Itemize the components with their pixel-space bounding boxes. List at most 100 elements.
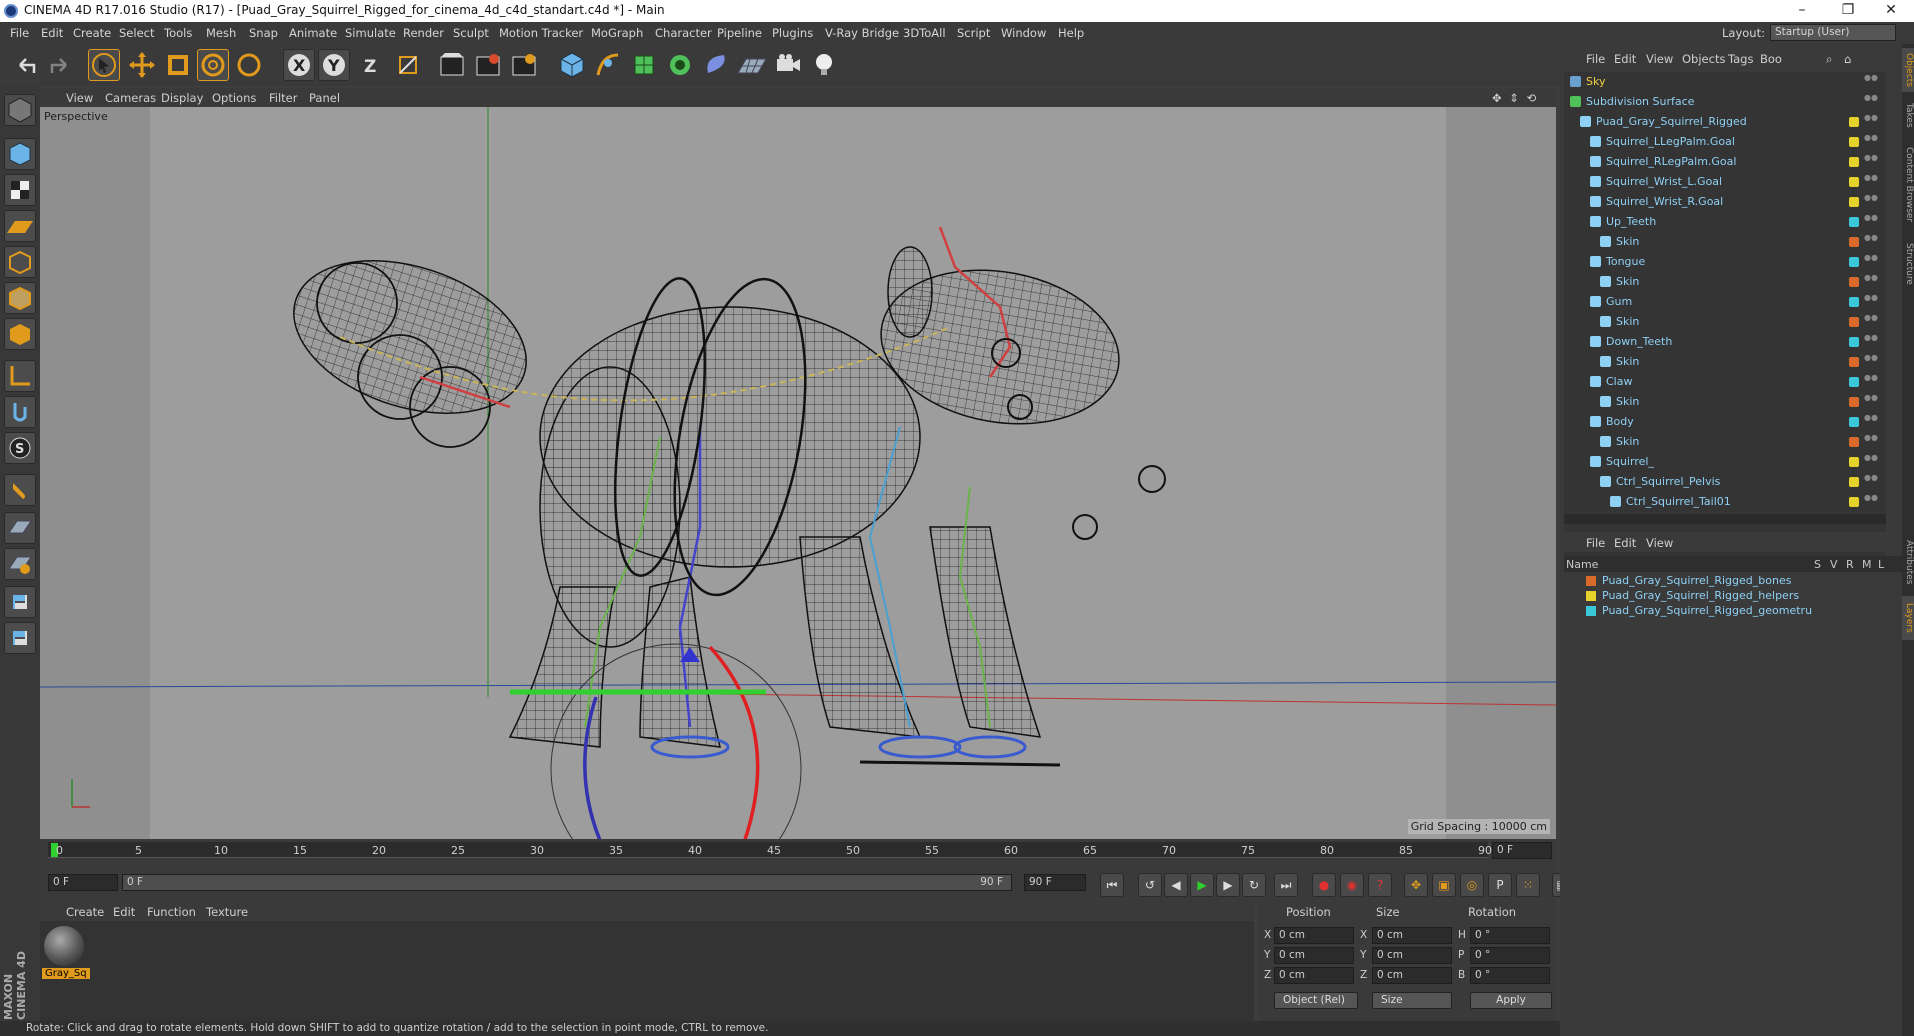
- om-menu-edit[interactable]: Edit: [1614, 52, 1636, 66]
- z-axis-lock-icon[interactable]: Z: [354, 49, 386, 81]
- edges-mode-icon[interactable]: [4, 282, 36, 314]
- tab-structure[interactable]: Structure: [1902, 236, 1914, 292]
- visibility-dots-icon[interactable]: ●●: [1864, 494, 1878, 508]
- tab-attributes[interactable]: Attributes: [1902, 532, 1914, 592]
- layer-color-tag[interactable]: [1849, 377, 1859, 387]
- om-menu-view[interactable]: View: [1646, 52, 1673, 66]
- object-row[interactable]: Squirrel_LLegPalm.Goal ●●: [1564, 132, 1886, 152]
- menu-mograph[interactable]: MoGraph: [591, 26, 643, 40]
- layer-color-tag[interactable]: [1849, 237, 1859, 247]
- render-settings-icon[interactable]: [508, 49, 540, 81]
- object-row[interactable]: Ctrl_Squirrel_Tail01 ●●: [1564, 492, 1886, 512]
- object-row[interactable]: Squirrel_Wrist_R.Goal ●●: [1564, 192, 1886, 212]
- timeline-ruler[interactable]: 0 5 10 15 20 25 30 35 40 45 50 55 60 65 70 75 80 85 90: [48, 842, 1492, 858]
- viewport-menu-display[interactable]: Display: [161, 91, 203, 105]
- tab-takes[interactable]: Takes: [1902, 96, 1914, 134]
- visibility-dots-icon[interactable]: ●●: [1864, 114, 1878, 128]
- array-icon[interactable]: [664, 49, 696, 81]
- tweak-icon[interactable]: [4, 396, 36, 428]
- object-row[interactable]: Squirrel_Wrist_L.Goal ●●: [1564, 172, 1886, 192]
- tab-layers[interactable]: Layers: [1902, 596, 1914, 640]
- layer-color-tag[interactable]: [1849, 417, 1859, 427]
- rot-p-field[interactable]: 0 °: [1470, 947, 1550, 964]
- visibility-dots-icon[interactable]: ●●: [1864, 314, 1878, 328]
- points-mode-icon[interactable]: [4, 246, 36, 278]
- visibility-dots-icon[interactable]: ●●: [1864, 214, 1878, 228]
- apply-button[interactable]: Apply: [1470, 992, 1552, 1009]
- tab-content-browser[interactable]: Content Browser: [1902, 140, 1914, 230]
- layer-color-tag[interactable]: [1849, 157, 1859, 167]
- menu-animate[interactable]: Animate: [289, 26, 337, 40]
- move-icon[interactable]: [126, 49, 158, 81]
- magnet-icon[interactable]: [4, 474, 36, 506]
- menu-select[interactable]: Select: [119, 26, 154, 40]
- current-frame-field[interactable]: 0 F: [1492, 842, 1552, 859]
- visibility-dots-icon[interactable]: ●●: [1864, 274, 1878, 288]
- menu-3dtoall[interactable]: 3DToAll: [903, 26, 946, 40]
- menu-motion-tracker[interactable]: Motion Tracker: [499, 26, 583, 40]
- prev-frame-icon[interactable]: ◀: [1164, 873, 1188, 897]
- menu-file[interactable]: File: [10, 26, 29, 40]
- layer-color-tag[interactable]: [1849, 217, 1859, 227]
- pos-x-field[interactable]: 0 cm: [1274, 927, 1354, 944]
- layer-color-tag[interactable]: [1849, 337, 1859, 347]
- close-button[interactable]: ✕: [1868, 0, 1914, 22]
- goto-start-icon[interactable]: ⏮: [1100, 873, 1124, 897]
- recent-tool-icon[interactable]: [233, 49, 265, 81]
- om-home-icon[interactable]: ⌂: [1844, 52, 1851, 66]
- menu-help[interactable]: Help: [1058, 26, 1084, 40]
- layer-color-tag[interactable]: [1849, 317, 1859, 327]
- layer-color-tag[interactable]: [1849, 137, 1859, 147]
- object-row[interactable]: Skin ●●: [1564, 392, 1886, 412]
- viewport-menu-view[interactable]: View: [66, 91, 93, 105]
- minimize-button[interactable]: –: [1779, 0, 1825, 22]
- layer-color-tag[interactable]: [1849, 477, 1859, 487]
- layer-color-tag[interactable]: [1849, 277, 1859, 287]
- object-row[interactable]: Up_Teeth ●●: [1564, 212, 1886, 232]
- object-row[interactable]: Skin ●●: [1564, 352, 1886, 372]
- size-y-field[interactable]: 0 cm: [1372, 947, 1452, 964]
- frame-range-slider[interactable]: 0 F 90 F: [122, 874, 1012, 891]
- menu-create[interactable]: Create: [73, 26, 111, 40]
- python-icon[interactable]: [4, 586, 36, 618]
- floor-icon[interactable]: [736, 49, 768, 81]
- layer-color-tag[interactable]: [1849, 177, 1859, 187]
- object-row[interactable]: Skin ●●: [1564, 312, 1886, 332]
- menu-vray-bridge[interactable]: V-Ray Bridge: [825, 26, 899, 40]
- object-row[interactable]: Squirrel_RLegPalm.Goal ●●: [1564, 152, 1886, 172]
- redo-icon[interactable]: [44, 49, 76, 81]
- goto-end-icon[interactable]: ⏭: [1274, 873, 1298, 897]
- select-arrow-icon[interactable]: [88, 49, 120, 81]
- key-parameter-icon[interactable]: P: [1488, 873, 1512, 897]
- visibility-dots-icon[interactable]: ●●: [1864, 414, 1878, 428]
- key-pla-icon[interactable]: ⁙: [1516, 873, 1540, 897]
- layer-color-tag[interactable]: [1849, 257, 1859, 267]
- object-row[interactable]: Sky ●●: [1564, 72, 1886, 92]
- object-row[interactable]: Subdivision Surface ●●: [1564, 92, 1886, 112]
- menu-tools[interactable]: Tools: [164, 26, 192, 40]
- menu-snap[interactable]: Snap: [249, 26, 278, 40]
- key-position-icon[interactable]: ✥: [1404, 873, 1428, 897]
- menu-sculpt[interactable]: Sculpt: [453, 26, 489, 40]
- camera-icon[interactable]: [772, 49, 804, 81]
- visibility-dots-icon[interactable]: ●●: [1864, 134, 1878, 148]
- subdivision-icon[interactable]: [628, 49, 660, 81]
- visibility-dots-icon[interactable]: ●●: [1864, 294, 1878, 308]
- layer-color-tag[interactable]: [1849, 397, 1859, 407]
- layer-color-tag[interactable]: [1849, 197, 1859, 207]
- menu-edit[interactable]: Edit: [41, 26, 63, 40]
- lm-menu-file[interactable]: File: [1586, 536, 1605, 550]
- next-frame-icon[interactable]: ▶: [1216, 873, 1240, 897]
- polygons-mode-icon[interactable]: [4, 318, 36, 350]
- visibility-dots-icon[interactable]: ●●: [1864, 354, 1878, 368]
- workplane-icon[interactable]: [4, 210, 36, 242]
- layer-row[interactable]: Puad_Gray_Squirrel_Rigged_helpers: [1564, 588, 1902, 603]
- menu-window[interactable]: Window: [1001, 26, 1046, 40]
- object-row[interactable]: Ctrl_Squirrel_Pelvis ●●: [1564, 472, 1886, 492]
- viewport-menu-panel[interactable]: Panel: [309, 91, 340, 105]
- menu-mesh[interactable]: Mesh: [206, 26, 236, 40]
- object-row[interactable]: Tongue ●●: [1564, 252, 1886, 272]
- solo-icon[interactable]: [4, 512, 36, 544]
- end-frame-field[interactable]: 90 F: [1024, 874, 1086, 891]
- layer-row[interactable]: Puad_Gray_Squirrel_Rigged_geometru: [1564, 603, 1902, 618]
